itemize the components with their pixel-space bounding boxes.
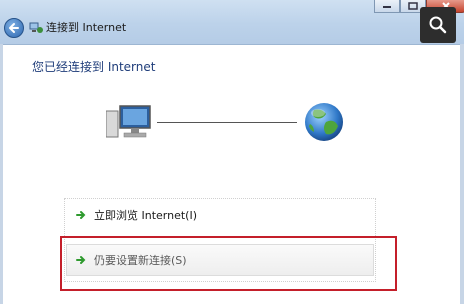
minimize-button[interactable] [374, 0, 400, 13]
window-border-left [0, 44, 3, 304]
browse-internet-option[interactable]: 立即浏览 Internet(I) [76, 207, 197, 223]
arrow-right-icon [76, 210, 86, 220]
computer-icon [106, 105, 151, 138]
window-border-right [460, 44, 464, 304]
connection-line [157, 122, 297, 123]
globe-icon [305, 103, 343, 141]
window-title: 连接到 Internet [46, 21, 127, 34]
network-icon [29, 22, 43, 33]
back-arrow-icon [9, 23, 19, 33]
search-badge[interactable] [420, 7, 456, 43]
minimize-icon [383, 5, 391, 8]
maximize-icon [408, 1, 418, 10]
browse-internet-label: 立即浏览 Internet(I) [94, 209, 198, 222]
highlight-annotation-box [60, 236, 397, 291]
back-button[interactable] [4, 18, 24, 38]
page-heading: 您已经连接到 Internet [32, 60, 156, 74]
search-icon [429, 16, 447, 34]
